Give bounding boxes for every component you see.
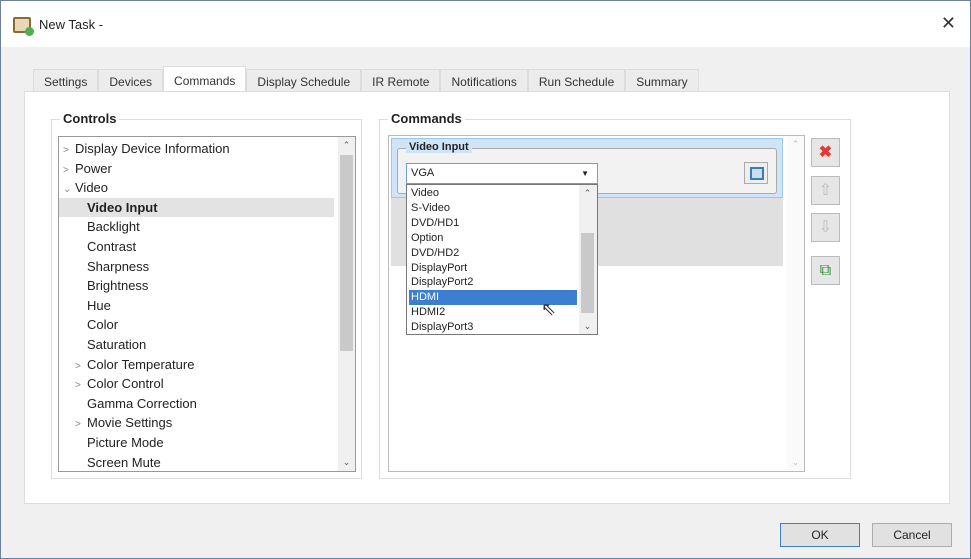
tree-item[interactable]: Backlight bbox=[59, 217, 334, 236]
tab-commands[interactable]: Commands bbox=[163, 66, 247, 91]
controls-title: Controls bbox=[60, 111, 120, 126]
close-icon[interactable]: ✕ bbox=[941, 13, 956, 34]
scroll-thumb[interactable] bbox=[340, 155, 353, 351]
tab-notifications[interactable]: Notifications bbox=[440, 69, 528, 92]
video-input-combo[interactable]: VGA ▼ bbox=[406, 163, 598, 184]
tree-item-label: Color Control bbox=[87, 376, 164, 392]
expand-arrow-icon[interactable]: > bbox=[63, 161, 75, 180]
commands-title: Commands bbox=[388, 111, 465, 126]
controls-tree[interactable]: ⌃ ⌄ > Display Device Information > Power ⌄ Vi… bbox=[58, 136, 356, 472]
tree-item-label: Backlight bbox=[87, 219, 140, 235]
tree-item[interactable]: Saturation bbox=[59, 335, 334, 354]
tree-item-label: Gamma Correction bbox=[87, 395, 197, 411]
tree-item[interactable]: Video Input bbox=[59, 197, 334, 217]
scroll-down-icon[interactable]: ⌄ bbox=[579, 321, 596, 332]
dropdown-option[interactable]: DVD/HD2 bbox=[409, 246, 577, 261]
tab-summary[interactable]: Summary bbox=[625, 69, 699, 92]
window-title: New Task - bbox=[39, 17, 104, 32]
tree-item-label: Color Temperature bbox=[87, 356, 195, 372]
dropdown-option[interactable]: Option bbox=[409, 231, 577, 246]
move-down-button[interactable]: ⇩ bbox=[811, 213, 840, 242]
expand-arrow-icon[interactable]: ⌄ bbox=[63, 180, 75, 199]
video-input-label: Video Input bbox=[406, 141, 472, 153]
tree-item-label: Video bbox=[75, 180, 109, 196]
tree-item[interactable]: Contrast bbox=[59, 237, 334, 256]
tree-item[interactable]: > Display Device Information bbox=[59, 139, 334, 158]
dropdown-option[interactable]: Video bbox=[409, 186, 577, 201]
tab-display-schedule[interactable]: Display Schedule bbox=[246, 69, 362, 92]
dropdown-arrow-icon[interactable]: ▼ bbox=[581, 164, 589, 183]
tree-item-label: Saturation bbox=[87, 337, 147, 352]
tree-item[interactable]: Gamma Correction bbox=[59, 394, 334, 413]
apply-command-button[interactable] bbox=[744, 162, 768, 184]
tree-item[interactable]: Picture Mode bbox=[59, 433, 334, 452]
cancel-button[interactable]: Cancel bbox=[872, 523, 952, 547]
expand-arrow-icon[interactable]: > bbox=[63, 141, 75, 160]
arrow-down-icon: ⇩ bbox=[818, 219, 833, 236]
tree-item-label: Power bbox=[75, 160, 112, 176]
new-task-dialog: New Task - ✕ Settings Devices Commands Disp… bbox=[0, 0, 971, 559]
copy-command-button[interactable]: ⧉ bbox=[811, 256, 840, 285]
expand-arrow-icon[interactable]: > bbox=[75, 415, 87, 434]
scroll-down-icon[interactable]: ⌄ bbox=[787, 457, 804, 468]
scroll-up-icon[interactable]: ⌃ bbox=[338, 140, 355, 151]
video-input-dropdown[interactable]: ⌃ ⌄ Video S-Video DVD/HD1 Option DVD/HD2 Disp… bbox=[406, 184, 598, 335]
tree-item-label: Sharpness bbox=[87, 258, 150, 274]
dropdown-option[interactable]: DisplayPort2 bbox=[409, 275, 577, 290]
app-icon bbox=[13, 17, 34, 36]
scroll-up-icon[interactable]: ⌃ bbox=[579, 188, 596, 199]
tree-item[interactable]: Hue bbox=[59, 296, 334, 315]
scroll-up-icon[interactable]: ⌃ bbox=[787, 139, 804, 150]
title-bar: New Task - ✕ bbox=[1, 1, 970, 47]
copy-icon: ⧉ bbox=[819, 262, 832, 279]
tab-ir-remote[interactable]: IR Remote bbox=[361, 69, 441, 92]
move-up-button[interactable]: ⇧ bbox=[811, 176, 840, 205]
tree-item-label: Display Device Information bbox=[75, 141, 230, 156]
scroll-down-icon[interactable]: ⌄ bbox=[338, 457, 355, 468]
delete-icon: ✖ bbox=[818, 144, 833, 161]
tree-item-label: Picture Mode bbox=[87, 435, 164, 450]
scroll-thumb[interactable] bbox=[581, 233, 594, 313]
tree-item[interactable]: > Color Temperature bbox=[59, 355, 334, 374]
tree-item-label: Video Input bbox=[87, 199, 158, 215]
dropdown-option[interactable]: DisplayPort bbox=[409, 261, 577, 276]
combo-value: VGA bbox=[411, 167, 435, 179]
dropdown-option[interactable]: DisplayPort3 bbox=[409, 320, 577, 335]
tree-item-label: Color bbox=[87, 317, 119, 333]
tree-item[interactable]: > Movie Settings bbox=[59, 413, 334, 432]
dropdown-option[interactable]: S-Video bbox=[409, 201, 577, 216]
tab-settings[interactable]: Settings bbox=[33, 69, 99, 92]
mouse-cursor-icon: ⇖ bbox=[541, 299, 557, 319]
commands-scrollbar[interactable]: ⌃ ⌄ bbox=[787, 136, 804, 471]
tree-item-label: Hue bbox=[87, 297, 111, 313]
tree-item[interactable]: ⌄ Video bbox=[59, 178, 334, 197]
tree-item-label: Brightness bbox=[87, 278, 149, 294]
controls-scrollbar[interactable]: ⌃ ⌄ bbox=[338, 137, 355, 471]
tree-item-label: Movie Settings bbox=[87, 415, 173, 431]
tree-item[interactable]: Screen Mute bbox=[59, 453, 334, 471]
tree-item[interactable]: Sharpness bbox=[59, 257, 334, 276]
tree-item[interactable]: > Color Control bbox=[59, 374, 334, 393]
tab-bar: Settings Devices Commands Display Schedule I… bbox=[33, 66, 699, 92]
arrow-up-icon: ⇧ bbox=[818, 182, 833, 199]
expand-arrow-icon[interactable]: > bbox=[75, 357, 87, 376]
tree-item-label: Screen Mute bbox=[87, 454, 161, 470]
dropdown-option[interactable]: DVD/HD1 bbox=[409, 216, 577, 231]
tree-item-label: Contrast bbox=[87, 239, 137, 254]
tree-item[interactable]: Color bbox=[59, 315, 334, 334]
tab-devices[interactable]: Devices bbox=[98, 69, 164, 92]
tree-item[interactable]: > Power bbox=[59, 159, 334, 178]
ok-button[interactable]: OK bbox=[780, 523, 860, 547]
tree-item[interactable]: Brightness bbox=[59, 276, 334, 295]
delete-command-button[interactable]: ✖ bbox=[811, 138, 840, 167]
dropdown-scrollbar[interactable]: ⌃ ⌄ bbox=[579, 185, 597, 334]
tab-run-schedule[interactable]: Run Schedule bbox=[527, 69, 626, 92]
expand-arrow-icon[interactable]: > bbox=[75, 376, 87, 395]
